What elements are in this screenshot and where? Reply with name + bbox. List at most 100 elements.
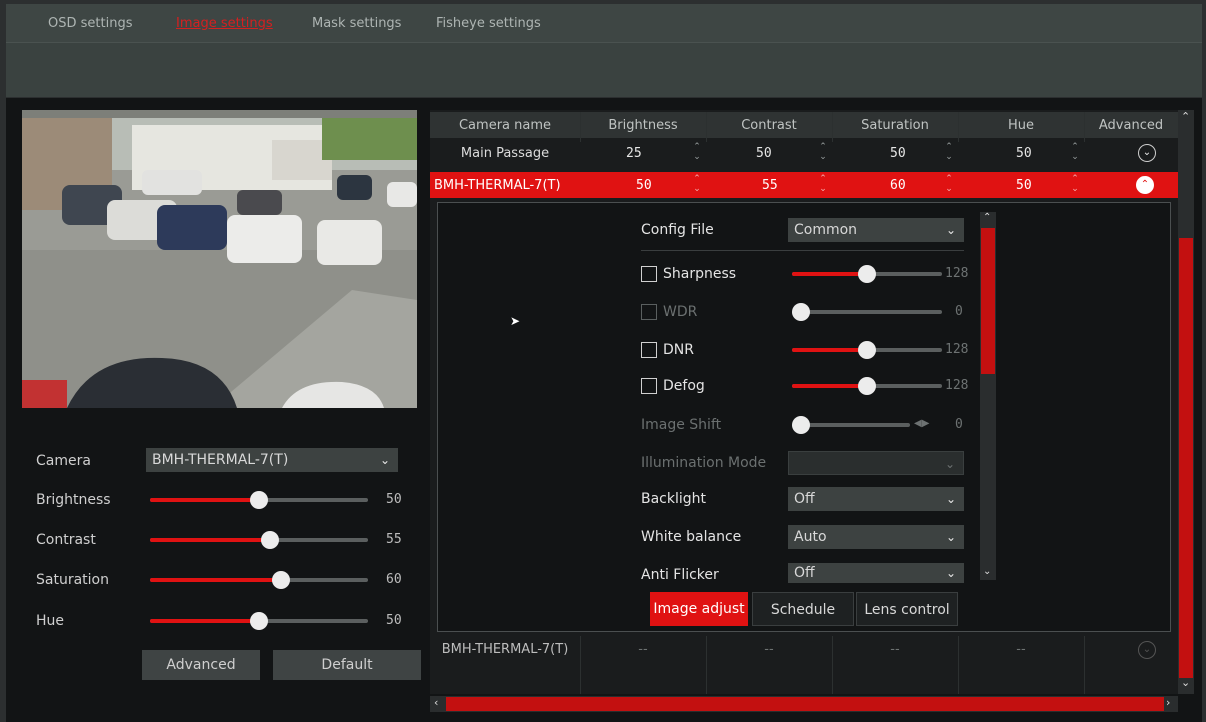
tab-image-adjust[interactable]: Image adjust	[650, 592, 748, 626]
wdr-slider-handle[interactable]	[792, 303, 810, 321]
saturation-slider-handle[interactable]	[272, 571, 290, 589]
hue-slider[interactable]	[150, 612, 368, 630]
sharpness-slider[interactable]	[792, 265, 942, 283]
header-contrast: Contrast	[741, 118, 797, 133]
illumination-mode-select[interactable]: ⌄	[788, 451, 964, 475]
advanced-button[interactable]: Advanced	[142, 650, 260, 680]
header-hue: Hue	[1007, 118, 1034, 133]
spinner-icon[interactable]: ⌃ ⌄	[692, 174, 702, 194]
scroll-up-icon[interactable]: ⌃	[1181, 110, 1190, 123]
camera-select[interactable]: BMH-THERMAL-7(T) ⌄	[146, 448, 398, 472]
wdr-checkbox[interactable]	[641, 304, 657, 320]
scroll-right-icon[interactable]: ›	[1166, 696, 1170, 709]
hue-slider-handle[interactable]	[250, 612, 268, 630]
contrast-slider[interactable]	[150, 531, 368, 549]
row-brightness-value: --	[638, 642, 648, 657]
image-shift-slider[interactable]	[792, 416, 910, 434]
defog-slider[interactable]	[792, 377, 942, 395]
row-contrast-value[interactable]: 55	[762, 178, 778, 193]
tab-lens-control[interactable]: Lens control	[856, 592, 958, 626]
dnr-slider-handle[interactable]	[858, 341, 876, 359]
config-file-label: Config File	[641, 222, 714, 238]
collapse-chevron-icon[interactable]: ⌃	[1136, 176, 1154, 194]
header-camera-name: Camera name	[458, 118, 551, 133]
row-brightness-value[interactable]: 50	[636, 178, 652, 193]
defog-checkbox[interactable]	[641, 378, 657, 394]
top-tab-bar: OSD settings Image settings Mask setting…	[6, 4, 1202, 42]
expand-chevron-icon[interactable]: ⌄	[1138, 641, 1156, 659]
header-brightness: Brightness	[608, 118, 678, 133]
anti-flicker-label: Anti Flicker	[641, 567, 719, 583]
table-row-selected[interactable]: BMH-THERMAL-7(T) 50 ⌃ ⌄ 55 ⌃ ⌄ 60 ⌃ ⌄ 50 ⌃ ⌄…	[430, 172, 1178, 198]
column-divider	[706, 112, 707, 142]
spinner-icon[interactable]: ⌃ ⌄	[944, 174, 954, 194]
row-brightness-value[interactable]: 25	[626, 146, 642, 161]
hue-value: 50	[386, 613, 402, 628]
panel-scrollbar-thumb[interactable]	[981, 228, 995, 374]
scroll-down-icon[interactable]: ⌄	[983, 566, 991, 577]
hue-label: Hue	[36, 613, 65, 629]
tab-fisheye-settings[interactable]: Fisheye settings	[436, 16, 541, 31]
wdr-slider[interactable]	[792, 303, 942, 321]
tab-osd-settings[interactable]: OSD settings	[48, 16, 132, 31]
spinner-icon[interactable]: ⌃ ⌄	[692, 142, 702, 162]
header-saturation: Saturation	[861, 118, 929, 133]
table-vertical-scrollbar[interactable]: ⌃ ⌄	[1178, 110, 1194, 694]
table-horizontal-scrollbar[interactable]: ‹ ›	[430, 696, 1178, 712]
illumination-mode-label: Illumination Mode	[641, 455, 767, 471]
scroll-up-icon[interactable]: ⌃	[983, 212, 991, 223]
row-hue-value[interactable]: 50	[1016, 146, 1032, 161]
dnr-value: 128	[945, 342, 969, 357]
table-horizontal-scrollbar-thumb[interactable]	[446, 697, 1164, 711]
table-vertical-scrollbar-thumb[interactable]	[1179, 238, 1193, 678]
spinner-icon[interactable]: ⌃ ⌄	[1070, 142, 1080, 162]
backlight-label: Backlight	[641, 491, 707, 507]
default-button[interactable]: Default	[273, 650, 421, 680]
sub-toolbar	[6, 42, 1202, 97]
table-row[interactable]: BMH-THERMAL-7(T) -- -- -- -- ⌄	[430, 636, 1178, 664]
row-hue-value[interactable]: 50	[1016, 178, 1032, 193]
scroll-down-icon[interactable]: ⌄	[1181, 676, 1190, 689]
dnr-slider[interactable]	[792, 341, 942, 359]
tab-mask-settings[interactable]: Mask settings	[312, 16, 401, 31]
backlight-select[interactable]: Off ⌄	[788, 487, 964, 511]
spinner-icon[interactable]: ⌃ ⌄	[818, 142, 828, 162]
contrast-label: Contrast	[36, 532, 96, 548]
header-advanced: Advanced	[1098, 118, 1164, 133]
chevron-down-icon: ⌄	[945, 566, 956, 580]
anti-flicker-select[interactable]: Off ⌄	[788, 563, 964, 583]
spinner-icon[interactable]: ⌃ ⌄	[944, 142, 954, 162]
table-row[interactable]: Main Passage 25 ⌃ ⌄ 50 ⌃ ⌄ 50 ⌃ ⌄ 50 ⌃ ⌄ ⌄	[430, 140, 1178, 166]
chevron-down-icon: ⌄	[945, 530, 956, 544]
wdr-value: 0	[955, 304, 963, 319]
expand-chevron-icon[interactable]: ⌄	[1138, 144, 1156, 162]
panel-scrollbar[interactable]: ⌃ ⌄	[980, 212, 996, 580]
camera-label: Camera	[36, 453, 91, 469]
mouse-cursor-icon: ➤	[510, 314, 521, 328]
spinner-icon[interactable]: ⌃ ⌄	[818, 174, 828, 194]
config-file-select[interactable]: Common ⌄	[788, 218, 964, 242]
image-shift-slider-handle[interactable]	[792, 416, 810, 434]
scroll-left-icon[interactable]: ‹	[434, 696, 438, 709]
sharpness-slider-handle[interactable]	[858, 265, 876, 283]
tab-image-settings[interactable]: Image settings	[176, 16, 273, 31]
left-right-arrows-icon[interactable]: ◀▶	[914, 418, 929, 429]
defog-slider-handle[interactable]	[858, 377, 876, 395]
contrast-slider-handle[interactable]	[261, 531, 279, 549]
camera-select-value: BMH-THERMAL-7(T)	[152, 452, 289, 468]
contrast-value: 55	[386, 532, 402, 547]
white-balance-select[interactable]: Auto ⌄	[788, 525, 964, 549]
dnr-checkbox[interactable]	[641, 342, 657, 358]
white-balance-value: Auto	[794, 529, 827, 545]
sharpness-checkbox[interactable]	[641, 266, 657, 282]
chevron-down-icon: ⌄	[944, 457, 955, 471]
row-saturation-value[interactable]: 50	[890, 146, 906, 161]
brightness-slider-handle[interactable]	[250, 491, 268, 509]
brightness-slider[interactable]	[150, 491, 368, 509]
row-contrast-value[interactable]: 50	[756, 146, 772, 161]
spinner-icon[interactable]: ⌃ ⌄	[1070, 174, 1080, 194]
brightness-slider-fill	[150, 498, 259, 502]
saturation-slider[interactable]	[150, 571, 368, 589]
row-saturation-value[interactable]: 60	[890, 178, 906, 193]
tab-schedule[interactable]: Schedule	[752, 592, 854, 626]
